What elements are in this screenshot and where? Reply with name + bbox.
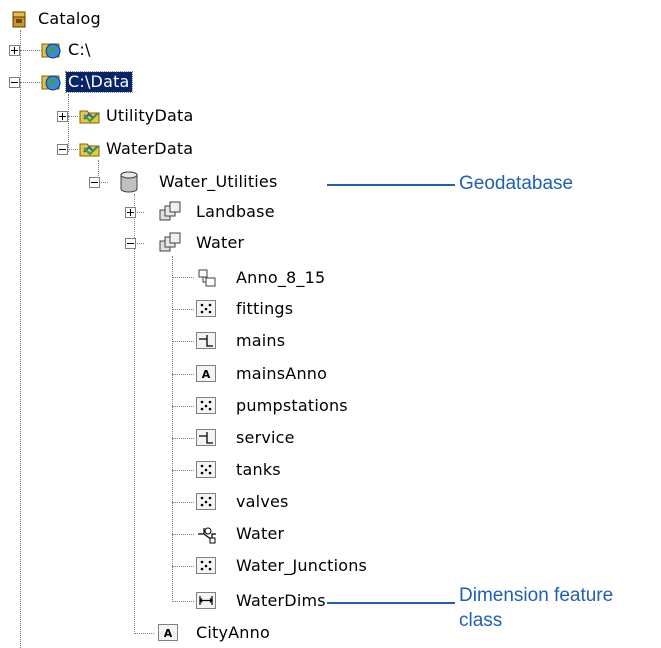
tree-item-label: Anno_8_15 — [236, 268, 326, 287]
tree-line — [172, 438, 194, 439]
tree-line — [20, 30, 21, 648]
tree-item-label: UtilityData — [106, 106, 194, 125]
tree-line — [172, 277, 194, 278]
tree-line — [172, 374, 194, 375]
catalog-icon — [8, 8, 30, 30]
tree-item-label: tanks — [236, 460, 281, 479]
callout-dimension-line2: class — [459, 610, 503, 631]
folder-connection-icon — [40, 71, 62, 93]
feature-dataset-icon — [158, 232, 181, 254]
tree-line — [172, 256, 173, 602]
collapse-toggle[interactable] — [89, 177, 100, 188]
tree-item-label-selected: C:\Data — [65, 71, 133, 93]
tree-line — [68, 116, 78, 117]
tree-item-label: C:\ — [68, 40, 91, 59]
tree-line — [134, 194, 135, 634]
geometric-network-icon — [196, 523, 218, 545]
folder-icon — [78, 105, 100, 127]
callout-line-dimension — [327, 602, 455, 604]
annotation-icon: A — [196, 365, 216, 382]
tree-item-label: WaterDims — [236, 591, 326, 610]
tree-line — [172, 309, 194, 310]
tree-line — [68, 94, 69, 152]
tree-line — [172, 341, 194, 342]
tree-item-label: Water_Utilities — [159, 172, 278, 191]
tree-item-label: Water — [196, 233, 245, 252]
tree-item-label: valves — [236, 492, 289, 511]
folder-connection-icon — [40, 39, 62, 61]
feature-dataset-icon — [158, 201, 181, 223]
folder-icon — [78, 138, 100, 160]
tree-line — [172, 534, 194, 535]
point-feature-class-icon — [196, 557, 216, 574]
point-feature-class-icon — [196, 397, 216, 414]
collapse-toggle[interactable] — [9, 77, 20, 88]
callout-line-geodatabase — [327, 184, 455, 186]
annotation-icon: A — [158, 624, 178, 641]
tree-line — [20, 82, 42, 83]
svg-text:A: A — [202, 368, 211, 381]
expand-toggle[interactable] — [125, 207, 136, 218]
tree-item-label: Water_Junctions — [236, 556, 368, 575]
svg-text:A: A — [164, 627, 173, 640]
expand-toggle[interactable] — [9, 45, 20, 56]
callout-geodatabase: Geodatabase — [459, 173, 574, 194]
tree-item-label: Landbase — [196, 202, 275, 221]
tree-line — [172, 470, 194, 471]
point-feature-class-icon — [196, 300, 216, 317]
line-feature-class-icon — [196, 332, 216, 349]
tree-line — [134, 633, 154, 634]
tree-line — [68, 149, 78, 150]
tree-item-label: Catalog — [38, 9, 101, 28]
point-feature-class-icon — [196, 461, 216, 478]
tree-item-label: service — [236, 428, 295, 447]
tree-item-label: Water — [236, 524, 285, 543]
collapse-toggle[interactable] — [125, 238, 136, 249]
dimension-feature-class-icon — [196, 592, 216, 609]
tree-line — [172, 601, 194, 602]
expand-toggle[interactable] — [57, 111, 68, 122]
tree-line — [172, 566, 194, 567]
tree-line — [172, 406, 194, 407]
tree-line — [20, 50, 42, 51]
tree-item-label: fittings — [236, 299, 294, 318]
geodatabase-icon — [118, 170, 140, 193]
tree-item-label: CityAnno — [196, 623, 270, 642]
collapse-toggle[interactable] — [57, 144, 68, 155]
callout-dimension-line1: Dimension feature — [459, 585, 614, 606]
tree-item-label: mains — [236, 331, 286, 350]
tree-item-label: WaterData — [106, 139, 194, 158]
tree-line — [172, 502, 194, 503]
tree-item-label: pumpstations — [236, 396, 348, 415]
point-feature-class-icon — [196, 493, 216, 510]
annotation-class-icon — [196, 267, 218, 289]
line-feature-class-icon — [196, 429, 216, 446]
tree-item-label: mainsAnno — [236, 364, 328, 383]
